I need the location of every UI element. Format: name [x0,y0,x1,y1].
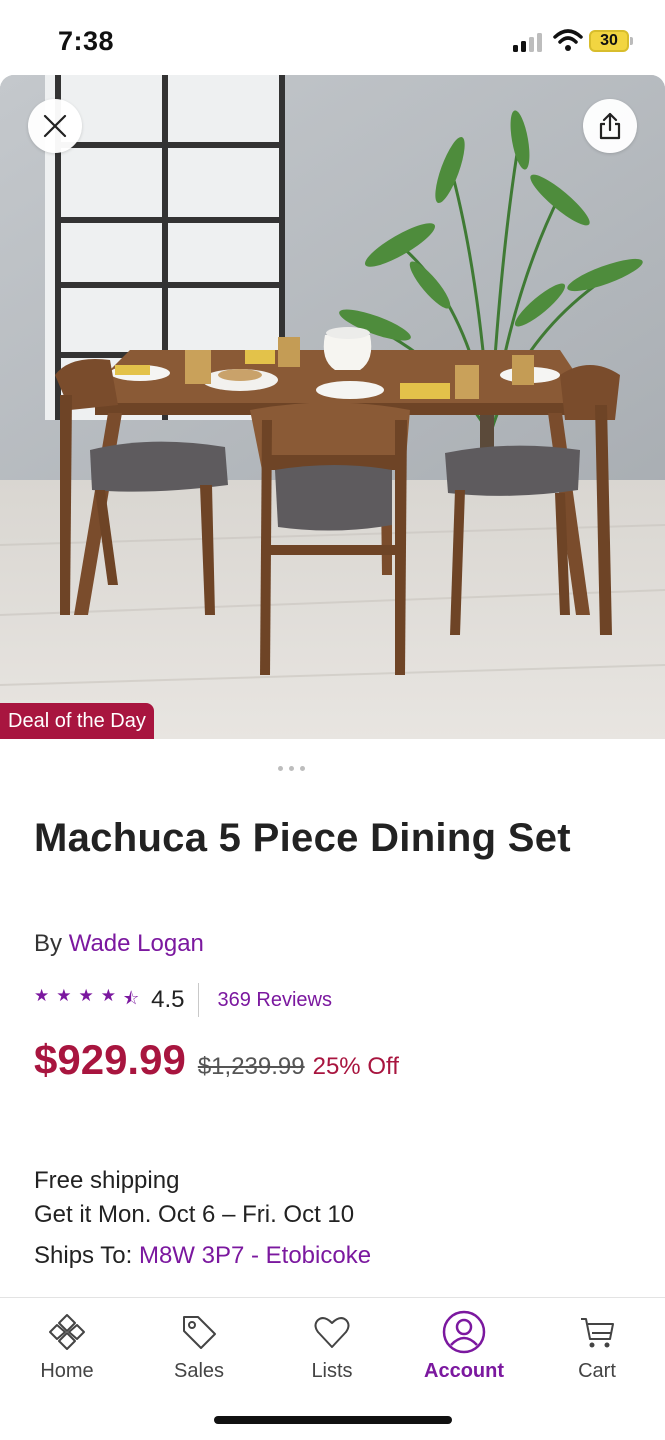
home-icon [49,1314,85,1350]
delivery-estimate: Get it Mon. Oct 6 – Fri. Oct 10 [34,1201,355,1228]
star-icon: ★ [100,985,116,1005]
home-indicator[interactable] [214,1416,452,1424]
ships-to-label: Ships To: [34,1242,133,1269]
share-button[interactable] [583,99,637,153]
original-price: $1,239.99 [197,1053,305,1080]
rating-value: 4.5 [151,986,185,1013]
byline: By Wade Logan [34,930,204,958]
brand-link[interactable]: Wade Logan [69,930,204,957]
nav-lists[interactable]: Lists [277,1310,387,1383]
share-icon [599,112,621,140]
discount-label: 25% Off [312,1053,399,1080]
signal-icon [513,32,547,52]
star-icon: ★ [78,985,94,1005]
nav-cart[interactable]: Cart [542,1310,652,1383]
account-icon [442,1310,486,1354]
heart-icon [314,1317,350,1348]
price-row: $929.99 $1,239.99 25% Off [34,1036,399,1084]
nav-home-label: Home [40,1360,94,1382]
nav-lists-label: Lists [311,1360,353,1382]
rating-row[interactable]: ★ ★ ★ ★ ⯪ 4.5 369 Reviews [34,983,332,1017]
dining-set-photo [0,75,665,739]
nav-account[interactable]: Account [409,1310,519,1383]
status-time: 7:38 [58,26,115,56]
battery-icon: 30 [589,30,629,52]
battery-tip [630,37,633,45]
ships-to: Ships To: M8W 3P7 - Etobicoke [34,1242,371,1270]
image-pager-dots[interactable] [278,766,305,771]
half-star-icon: ⯪ [123,988,140,1008]
tag-icon [183,1316,216,1349]
free-shipping: Free shipping [34,1167,180,1194]
close-button[interactable] [28,99,82,153]
ships-to-location-link[interactable]: M8W 3P7 - Etobicoke [139,1242,371,1269]
rating-divider [198,983,200,1017]
nav-sales-label: Sales [173,1360,225,1382]
nav-sales[interactable]: Sales [144,1310,254,1383]
product-image[interactable] [0,75,665,739]
nav-home[interactable]: Home [12,1310,122,1383]
deal-badge: Deal of the Day [0,703,154,739]
sale-price: $929.99 [34,1036,186,1083]
cart-icon [581,1318,614,1348]
reviews-link[interactable]: 369 Reviews [217,989,332,1012]
nav-account-label: Account [424,1360,504,1382]
nav-cart-label: Cart [578,1360,616,1382]
star-icon: ★ [56,985,72,1005]
close-icon [43,114,67,138]
product-title: Machuca 5 Piece Dining Set [34,816,571,860]
by-label: By [34,930,63,957]
star-icon: ★ [34,985,50,1005]
status-bar: 7:38 30 [0,0,665,76]
star-rating: ★ ★ ★ ★ ⯪ [34,986,139,1015]
wifi-icon [553,29,583,51]
